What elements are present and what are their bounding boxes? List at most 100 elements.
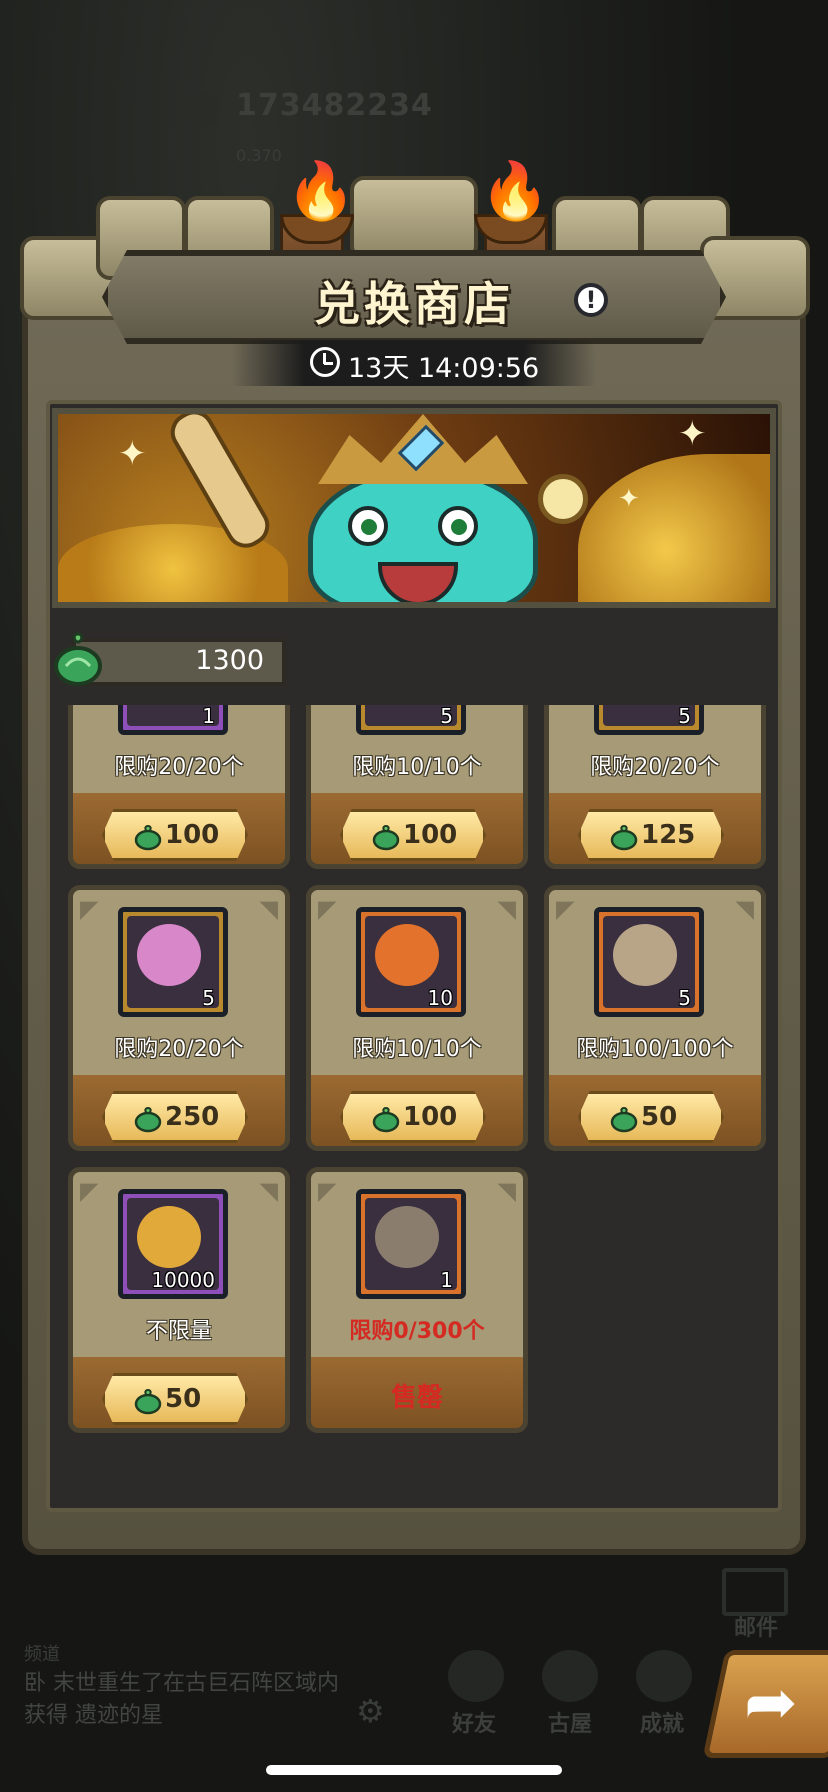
card-corner-ornament-icon: ◤ bbox=[80, 895, 99, 923]
shop-item-card[interactable]: ◤ ◥ 5 限购100/100个 50 bbox=[544, 885, 766, 1151]
player-id: 173482234 bbox=[236, 88, 433, 123]
purchase-limit: 限购20/20个 bbox=[114, 755, 244, 780]
buy-button[interactable]: 100 bbox=[340, 809, 486, 861]
purchase-limit: 限购10/10个 bbox=[352, 1037, 482, 1062]
item-icon-frame[interactable]: 5 bbox=[118, 907, 228, 1017]
shop-item-card[interactable]: ◤◥5限购10/10个100 bbox=[306, 705, 528, 869]
item-quantity: 1 bbox=[440, 1268, 453, 1292]
card-corner-ornament-icon: ◥ bbox=[497, 1177, 516, 1205]
green-gem-icon bbox=[610, 824, 638, 851]
green-gem-icon bbox=[134, 1388, 162, 1415]
sold-out-label: 售罄 bbox=[390, 1383, 443, 1413]
item-icon-frame[interactable]: 5 bbox=[594, 705, 704, 735]
green-gem-icon bbox=[610, 1106, 638, 1133]
sparkle-icon: ✦ bbox=[618, 484, 640, 514]
item-icon bbox=[375, 924, 439, 986]
card-corner-ornament-icon: ◤ bbox=[318, 1177, 337, 1205]
price-label: 50 bbox=[641, 1102, 678, 1132]
currency-amount: 1300 bbox=[195, 645, 264, 676]
purchase-limit: 限购100/100个 bbox=[576, 1037, 734, 1062]
card-corner-ornament-icon: ◥ bbox=[497, 895, 516, 923]
item-quantity: 1 bbox=[202, 705, 215, 728]
buy-button[interactable]: 250 bbox=[102, 1091, 248, 1143]
item-icon-frame[interactable]: 10000 bbox=[118, 1189, 228, 1299]
item-quantity: 5 bbox=[202, 986, 215, 1010]
purchase-limit: 不限量 bbox=[145, 1319, 212, 1344]
item-icon-frame[interactable]: 10 bbox=[356, 907, 466, 1017]
friends-nav-label: 好友 bbox=[452, 1712, 497, 1737]
item-quantity: 10 bbox=[427, 986, 453, 1010]
green-gem-icon bbox=[372, 824, 400, 851]
sun-staff-icon bbox=[538, 474, 588, 524]
purchase-limit: 限购10/10个 bbox=[352, 755, 482, 780]
item-icon-frame[interactable]: 1 bbox=[118, 705, 228, 735]
purchase-limit: 限购0/300个 bbox=[349, 1319, 485, 1344]
buy-button[interactable]: 50 bbox=[578, 1091, 724, 1143]
item-icon bbox=[137, 924, 201, 986]
purchase-limit: 限购20/20个 bbox=[590, 755, 720, 780]
frame-stone-center bbox=[350, 176, 478, 260]
buy-button[interactable]: 100 bbox=[102, 809, 248, 861]
card-corner-ornament-icon: ◤ bbox=[318, 895, 337, 923]
shop-item-card[interactable]: ◤◥5限购20/20个125 bbox=[544, 705, 766, 869]
green-gem-icon bbox=[134, 824, 162, 851]
buy-button[interactable]: 125 bbox=[578, 809, 724, 861]
hero-eye-right bbox=[438, 506, 478, 546]
shop-item-card[interactable]: ◤ ◥ 5 限购20/20个 250 bbox=[68, 885, 290, 1151]
hero-eye-left bbox=[348, 506, 388, 546]
price-label: 250 bbox=[165, 1102, 220, 1132]
chat-channel-title: 频道 bbox=[24, 1644, 60, 1665]
price-label: 125 bbox=[641, 820, 696, 850]
item-quantity: 10000 bbox=[151, 1268, 215, 1292]
player-level: 0.370 bbox=[236, 146, 282, 165]
share-arrow-icon: ➦ bbox=[744, 1666, 798, 1740]
home-indicator[interactable] bbox=[266, 1765, 562, 1775]
buy-button[interactable]: 100 bbox=[340, 1091, 486, 1143]
item-icon bbox=[137, 1206, 201, 1268]
settings-gear-icon[interactable]: ⚙ bbox=[356, 1692, 385, 1730]
torch-flame-right-icon: 🔥 bbox=[480, 159, 550, 224]
green-gem-icon bbox=[372, 1106, 400, 1133]
achievement-nav-icon[interactable] bbox=[636, 1650, 692, 1702]
item-icon bbox=[613, 924, 677, 986]
card-corner-ornament-icon: ◤ bbox=[556, 895, 575, 923]
friends-nav-icon[interactable] bbox=[448, 1650, 504, 1702]
price-label: 100 bbox=[403, 820, 458, 850]
card-corner-ornament-icon: ◤ bbox=[80, 1177, 99, 1205]
card-corner-ornament-icon: ◥ bbox=[259, 1177, 278, 1205]
item-quantity: 5 bbox=[678, 986, 691, 1010]
countdown-timer: 13天 14:09:56 bbox=[348, 353, 540, 384]
mail-icon[interactable] bbox=[722, 1568, 788, 1616]
torch-flame-left-icon: 🔥 bbox=[286, 159, 356, 224]
sparkle-icon: ✦ bbox=[118, 434, 147, 474]
card-corner-ornament-icon: ◥ bbox=[735, 895, 754, 923]
gold-pile-right bbox=[578, 454, 770, 602]
sparkle-icon: ✦ bbox=[678, 414, 707, 454]
price-label: 100 bbox=[165, 820, 220, 850]
achievement-nav-label: 成就 bbox=[640, 1712, 685, 1737]
item-icon-frame[interactable]: 1 bbox=[356, 1189, 466, 1299]
shop-item-card[interactable]: ◤ ◥ 10000 不限量 50 bbox=[68, 1167, 290, 1433]
shop-item-card[interactable]: ◤ ◥ 1 限购0/300个售罄 bbox=[306, 1167, 528, 1433]
info-icon[interactable]: ! bbox=[574, 283, 608, 317]
item-quantity: 5 bbox=[440, 705, 453, 728]
item-grid: ◤ ◥ 1 限购20/20个 100 ◤ ◥ 5 限购10/10个 100 ◤ ◥ 5 限购20/20个 1… bbox=[50, 705, 778, 1505]
shop-item-card[interactable]: ◤ ◥ 10 限购10/10个 100 bbox=[306, 885, 528, 1151]
shop-item-card[interactable]: ◤◥1限购20/20个100 bbox=[68, 705, 290, 869]
item-icon-frame[interactable]: 5 bbox=[594, 907, 704, 1017]
buy-button[interactable]: 50 bbox=[102, 1373, 248, 1425]
price-label: 100 bbox=[403, 1102, 458, 1132]
chat-message: 卧 末世重生了在古巨石阵区域内获得 遗迹的星 bbox=[24, 1671, 339, 1728]
purchase-limit: 限购20/20个 bbox=[114, 1037, 244, 1062]
mail-label: 邮件 bbox=[734, 1616, 779, 1641]
house-nav-label: 古屋 bbox=[548, 1712, 593, 1737]
item-icon bbox=[375, 1206, 439, 1268]
house-nav-icon[interactable] bbox=[542, 1650, 598, 1702]
card-corner-ornament-icon: ◥ bbox=[259, 895, 278, 923]
item-quantity: 5 bbox=[678, 705, 691, 728]
item-icon-frame[interactable]: 5 bbox=[356, 705, 466, 735]
clock-icon bbox=[310, 347, 340, 377]
green-gem-icon bbox=[134, 1106, 162, 1133]
shop-banner: ✦ ✦ ✦ bbox=[52, 408, 776, 608]
shop-title: 兑换商店 bbox=[314, 277, 514, 331]
